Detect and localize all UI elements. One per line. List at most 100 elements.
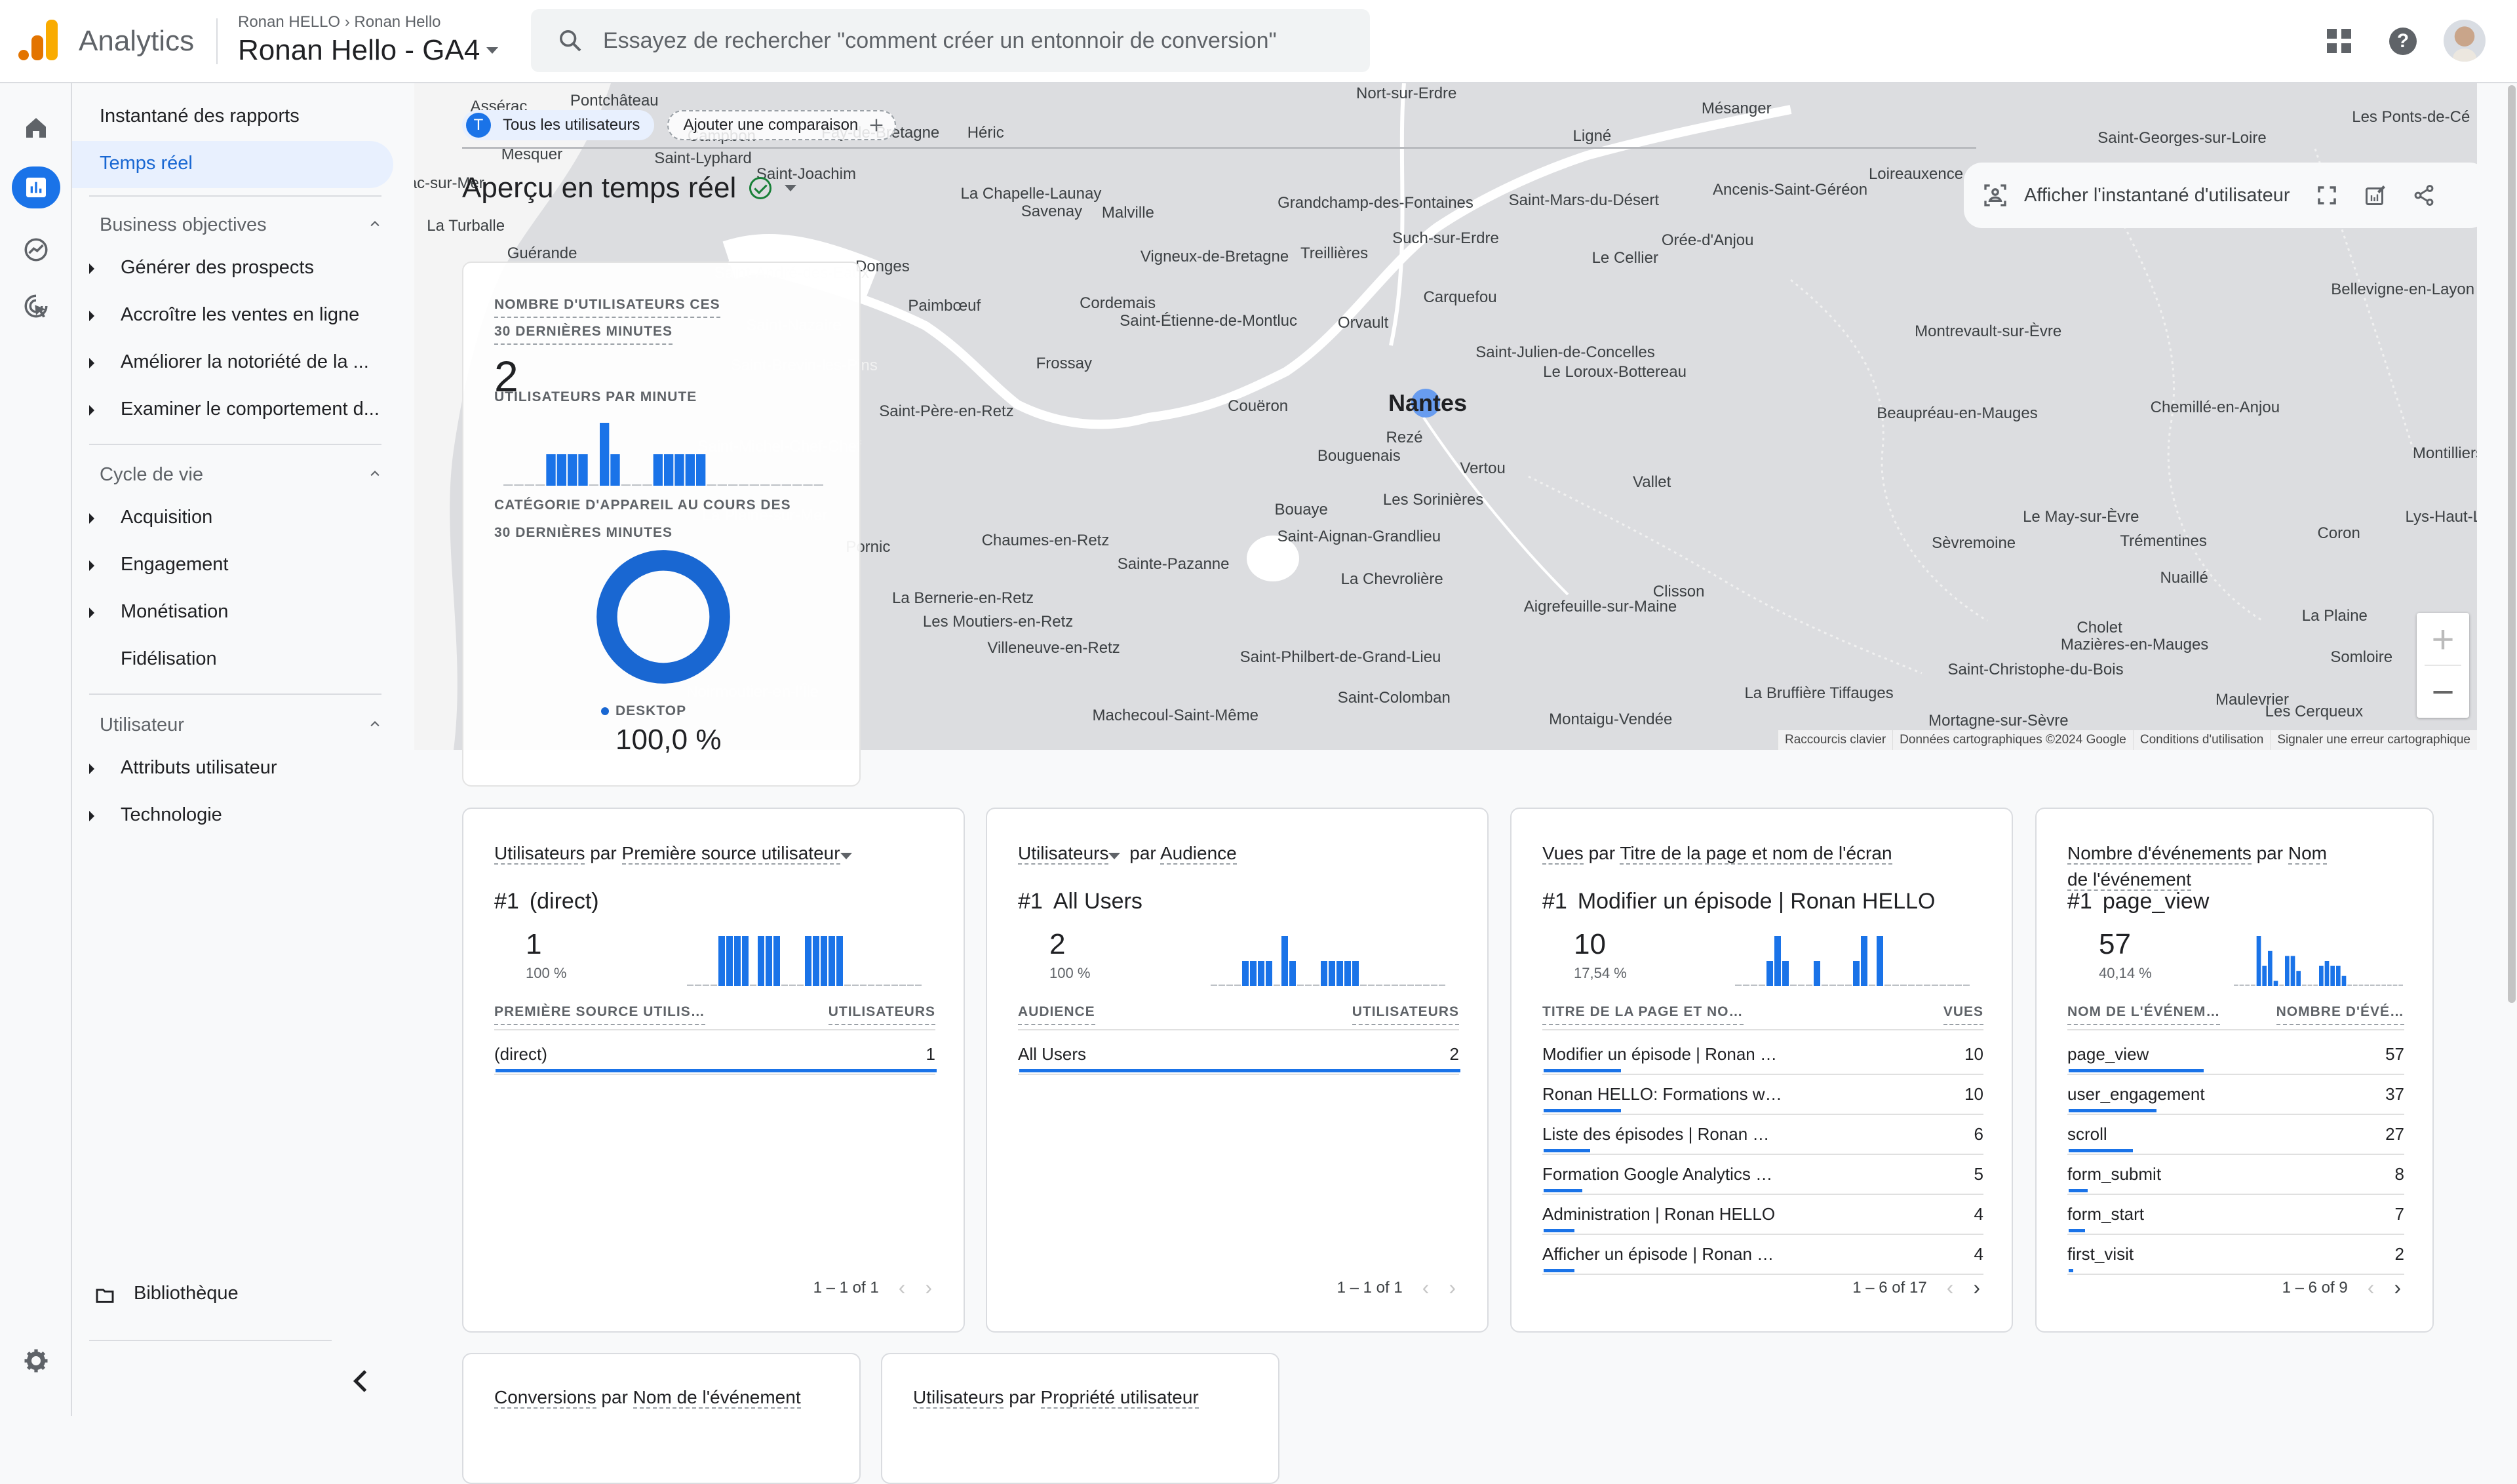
add-comparison-button[interactable]: Ajouter une comparaison [667, 110, 897, 140]
section-lifecycle[interactable]: Cycle de vie [100, 464, 381, 486]
table-row[interactable]: form_submit 8 [2067, 1155, 2404, 1195]
table-row[interactable]: Formation Google Analytics … 5 [1542, 1155, 1983, 1195]
next-page-icon[interactable]: › [1973, 1276, 1980, 1300]
rail-reports[interactable] [12, 166, 60, 208]
sidebar-item-realtime[interactable]: Temps réel [72, 141, 393, 188]
sparkline-bar[interactable] [2268, 950, 2273, 986]
sparkline-bar[interactable] [1766, 961, 1773, 986]
sidebar-item-library[interactable]: Bibliothèque [94, 1276, 396, 1316]
sparkline-bar[interactable] [1258, 961, 1264, 986]
caret-down-icon[interactable] [785, 185, 797, 191]
check-circle-icon[interactable] [749, 177, 772, 199]
rail-settings[interactable] [12, 1340, 60, 1382]
search-input[interactable] [603, 28, 1324, 54]
dimension-selector[interactable]: Titre de la page et nom de l'écran [1620, 843, 1892, 865]
keyboard-shortcuts-link[interactable]: Raccourcis clavier [1778, 730, 1892, 750]
metric-selector[interactable]: Utilisateurs [913, 1387, 1004, 1409]
sidebar-item-retention[interactable]: Fidélisation [89, 642, 391, 681]
segment-chip[interactable]: T Tous les utilisateurs [462, 110, 655, 140]
sparkline-bar[interactable] [821, 936, 827, 986]
prev-page-icon[interactable]: ‹ [2368, 1276, 2375, 1300]
table-row[interactable]: (direct) 1 [494, 1035, 937, 1075]
sparkline-bar[interactable] [2256, 936, 2261, 986]
sparkline-bar[interactable] [836, 936, 843, 986]
sparkline-bar[interactable] [734, 936, 741, 986]
account-avatar[interactable] [2444, 20, 2486, 62]
metric-selector[interactable]: Nombre d'événements [2067, 843, 2252, 865]
dimension-selector[interactable]: Première source utilisateur [621, 843, 840, 865]
users-per-minute-bar[interactable] [556, 454, 566, 486]
section-business-objectives[interactable]: Business objectives [100, 214, 381, 236]
table-row[interactable]: Ronan HELLO: Formations w… 10 [1542, 1075, 1983, 1115]
search-bar[interactable] [531, 9, 1370, 72]
dimension-selector[interactable]: Audience [1160, 843, 1237, 865]
column-header-dimension[interactable]: Nom de l'événem… [2067, 1004, 2221, 1025]
metric-selector[interactable]: Vues [1542, 843, 1584, 865]
sparkline-bar[interactable] [2330, 966, 2335, 986]
table-row[interactable]: user_engagement 37 [2067, 1075, 2404, 1115]
sparkline-bar[interactable] [2324, 961, 2330, 986]
page-scrollbar[interactable] [2508, 85, 2516, 1003]
rail-advertising[interactable] [12, 285, 60, 327]
sparkline-bar[interactable] [1782, 961, 1789, 986]
users-per-minute-bar[interactable] [610, 454, 620, 486]
column-header-dimension[interactable]: Titre de la page et no… [1542, 1004, 1744, 1025]
report-error-link[interactable]: Signaler une erreur cartographique [2270, 730, 2477, 750]
table-row[interactable]: Modifier un épisode | Ronan … 10 [1542, 1035, 1983, 1075]
sparkline-bar[interactable] [2319, 966, 2324, 986]
metric-selector[interactable]: Conversions [494, 1387, 596, 1409]
sparkline-bar[interactable] [766, 936, 772, 986]
metric-selector[interactable]: Utilisateurs [494, 843, 585, 865]
sparkline-bar[interactable] [1853, 961, 1860, 986]
sparkline-bar[interactable] [805, 936, 811, 986]
collapse-sidebar-icon[interactable] [351, 1368, 370, 1394]
table-row[interactable]: Afficher un épisode | Ronan … 4 [1542, 1235, 1983, 1275]
sidebar-item-monetization[interactable]: Monétisation [89, 595, 391, 634]
user-snapshot-button[interactable]: Afficher l'instantané d'utilisateur [1982, 182, 2290, 208]
sparkline-bar[interactable] [742, 936, 749, 986]
sparkline-bar[interactable] [773, 936, 780, 986]
sparkline-bar[interactable] [1329, 961, 1335, 986]
sidebar-item-prospects[interactable]: Générer des prospects [89, 250, 391, 290]
property-selector[interactable]: Ronan Hello - GA4 [238, 34, 499, 67]
sparkline-bar[interactable] [1250, 961, 1257, 986]
zoom-in-button[interactable]: + [2417, 613, 2469, 665]
table-row[interactable]: page_view 57 [2067, 1035, 2404, 1075]
breadcrumb[interactable]: Ronan HELLO › Ronan Hello [238, 13, 441, 31]
sparkline-bar[interactable] [829, 936, 835, 986]
next-page-icon[interactable]: › [2394, 1276, 2401, 1300]
sparkline-bar[interactable] [1289, 961, 1296, 986]
sparkline-bar[interactable] [1814, 961, 1820, 986]
prev-page-icon[interactable]: ‹ [899, 1276, 906, 1300]
table-row[interactable]: form_start 7 [2067, 1195, 2404, 1235]
sparkline-bar[interactable] [1266, 961, 1272, 986]
sidebar-item-brand-awareness[interactable]: Améliorer la notoriété de la ... [89, 345, 391, 384]
sparkline-bar[interactable] [2336, 966, 2341, 986]
zoom-out-button[interactable]: − [2417, 665, 2469, 718]
sparkline-bar[interactable] [1281, 936, 1288, 986]
sparkline-bar[interactable] [1861, 936, 1867, 986]
prev-page-icon[interactable]: ‹ [1422, 1276, 1430, 1300]
users-per-minute-bar[interactable] [546, 454, 556, 486]
users-per-minute-bar[interactable] [696, 454, 706, 486]
table-row[interactable]: scroll 27 [2067, 1115, 2404, 1155]
sparkline-bar[interactable] [2296, 971, 2301, 986]
dimension-selector[interactable]: Nom de l'événement [633, 1387, 801, 1409]
section-user[interactable]: Utilisateur [100, 714, 381, 736]
terms-link[interactable]: Conditions d'utilisation [2132, 730, 2270, 750]
column-header-dimension[interactable]: Audience [1018, 1004, 1095, 1025]
metric-selector[interactable]: Utilisateurs [1018, 843, 1109, 865]
users-per-minute-bar[interactable] [653, 454, 663, 486]
users-30min-label[interactable]: Nombre d'utilisateurs ces [494, 297, 720, 318]
edit-report-icon[interactable] [2364, 184, 2387, 207]
donut-slice-desktop[interactable] [596, 550, 730, 684]
column-header-metric[interactable]: Utilisateurs [828, 1004, 935, 1025]
sparkline-bar[interactable] [1337, 961, 1343, 986]
next-page-icon[interactable]: › [925, 1276, 932, 1300]
column-header-metric[interactable]: Vues [1943, 1004, 1983, 1025]
help-icon[interactable]: ? [2389, 28, 2417, 55]
sidebar-item-user-behavior[interactable]: Examiner le comportement d... [89, 392, 391, 431]
sparkline-bar[interactable] [2262, 966, 2267, 986]
dimension-selector[interactable]: Propriété utilisateur [1040, 1387, 1199, 1409]
sidebar-item-engagement[interactable]: Engagement [89, 547, 391, 587]
